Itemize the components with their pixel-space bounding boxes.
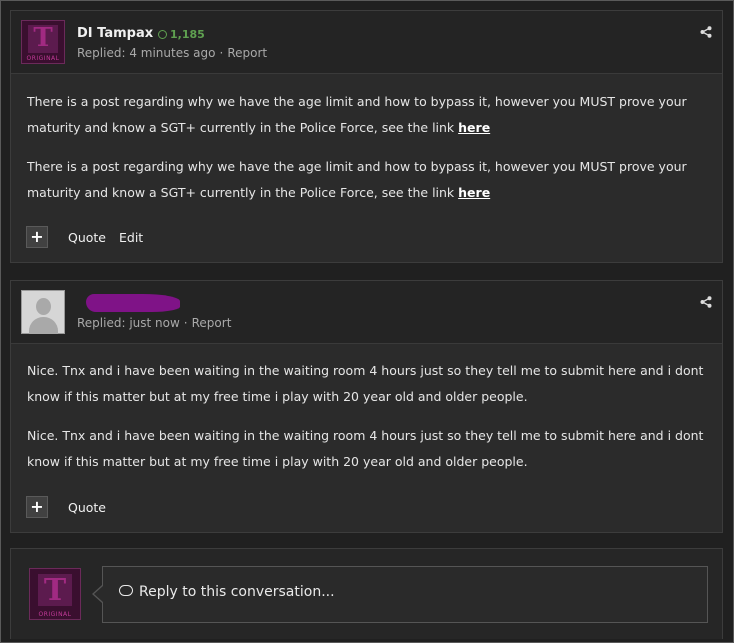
reply-avatar: T ORIGINAL <box>29 568 81 620</box>
post-2: Replied: just now · Report Nice. Tnx and i… <box>10 280 723 533</box>
reputation-count: 1,185 <box>170 28 205 41</box>
avatar-letter: T <box>43 573 67 608</box>
quote-button[interactable]: Quote <box>68 230 106 245</box>
avatar[interactable]: T ORIGINAL <box>21 20 65 64</box>
post-paragraph: There is a post regarding why we have th… <box>27 159 687 200</box>
avatar-body <box>29 317 58 334</box>
report-link[interactable]: Report <box>192 316 232 330</box>
reputation-icon <box>158 30 167 39</box>
reply-placeholder: Reply to this conversation... <box>119 584 335 600</box>
avatar-tag: ORIGINAL <box>26 55 60 62</box>
plus-button[interactable]: + <box>26 496 48 518</box>
post-paragraph: There is a post regarding why we have th… <box>27 94 687 135</box>
post-meta: Replied: 4 minutes ago · Report <box>77 46 267 60</box>
post-1: T ORIGINAL DI Tampax 1,185 Replied: 4 mi… <box>10 10 723 263</box>
reply-panel: T ORIGINAL Reply to this conversation... <box>10 548 723 639</box>
post-body: There is a post regarding why we have th… <box>27 89 713 219</box>
post-header: T ORIGINAL DI Tampax 1,185 Replied: 4 mi… <box>11 11 722 74</box>
post-paragraph: Nice. Tnx and i have been waiting in the… <box>27 363 704 404</box>
edit-button[interactable]: Edit <box>119 230 143 245</box>
post-link[interactable]: here <box>458 120 490 135</box>
avatar-letter: T <box>33 23 53 53</box>
meta-separator: · <box>219 46 224 60</box>
reply-placeholder-text: Reply to this conversation... <box>139 584 335 600</box>
share-icon[interactable] <box>700 296 712 308</box>
replied-time: Replied: 4 minutes ago <box>77 46 216 60</box>
quote-button[interactable]: Quote <box>68 500 106 515</box>
post-body: Nice. Tnx and i have been waiting in the… <box>27 358 713 488</box>
replied-time: Replied: just now <box>77 316 180 330</box>
username[interactable]: DI Tampax <box>77 26 153 41</box>
plus-button[interactable]: + <box>26 226 48 248</box>
post-meta: Replied: just now · Report <box>77 316 231 330</box>
avatar-tag: ORIGINAL <box>38 611 72 618</box>
avatar[interactable] <box>21 290 65 334</box>
share-icon[interactable] <box>700 26 712 38</box>
reply-box-pointer-inner <box>94 586 103 602</box>
redacted-username <box>86 294 180 312</box>
report-link[interactable]: Report <box>227 46 267 60</box>
post-header: Replied: just now · Report <box>11 281 722 344</box>
post-link[interactable]: here <box>458 185 490 200</box>
speech-bubble-icon <box>119 585 133 596</box>
meta-separator: · <box>183 316 188 330</box>
avatar-head <box>36 298 51 315</box>
reputation-badge: 1,185 <box>158 28 205 41</box>
post-paragraph: Nice. Tnx and i have been waiting in the… <box>27 428 704 469</box>
reply-input[interactable]: Reply to this conversation... <box>94 566 708 623</box>
